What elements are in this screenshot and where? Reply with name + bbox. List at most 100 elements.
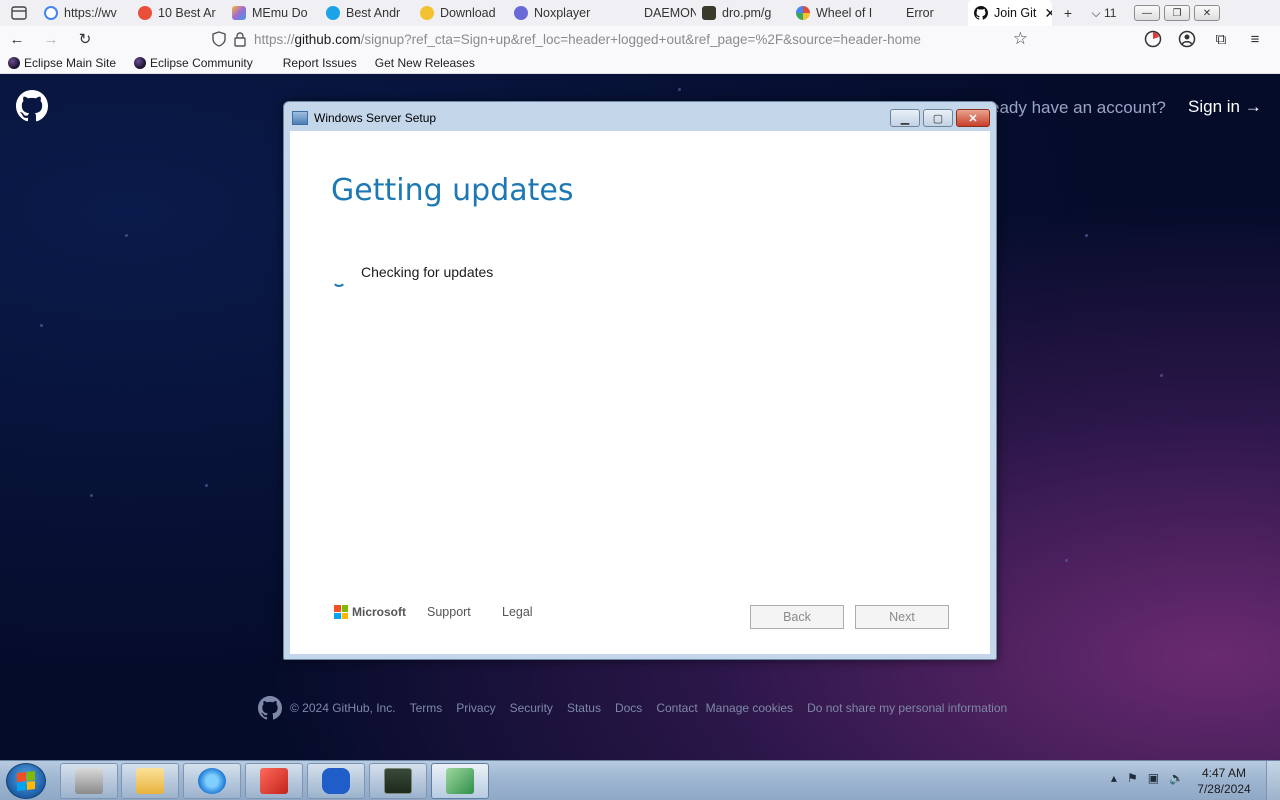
star bbox=[90, 494, 93, 497]
back-arrow-icon[interactable]: ← bbox=[0, 26, 34, 52]
loading-spinner-icon bbox=[332, 273, 346, 287]
taskbar-red-app[interactable] bbox=[245, 763, 303, 799]
tab-overflow-button[interactable]: ⌵ 11 bbox=[1084, 0, 1124, 26]
footer-link-do-not-share[interactable]: Do not share my personal information bbox=[807, 701, 1007, 715]
terminal-icon bbox=[702, 6, 716, 20]
tab-google[interactable]: https://wv bbox=[38, 0, 132, 26]
windows-server-setup-dialog: Windows Server Setup ▁ ▢ ✕ Getting updat… bbox=[283, 101, 997, 660]
tab-best-android[interactable]: Best Andr bbox=[320, 0, 414, 26]
back-button[interactable]: Back bbox=[750, 605, 844, 629]
footer-link-status[interactable]: Status bbox=[567, 701, 601, 715]
tab-close-icon[interactable]: ✕ bbox=[1044, 5, 1052, 22]
clock-time: 4:47 AM bbox=[1201, 766, 1247, 780]
tab-daemon[interactable]: DAEMON bbox=[618, 0, 696, 26]
footer-link-manage-cookies[interactable]: Manage cookies bbox=[706, 701, 793, 715]
windows-logo-icon bbox=[17, 771, 35, 791]
system-tray: ▴ ⚑ ▣ 🔈 bbox=[1111, 771, 1184, 785]
legal-link[interactable]: Legal bbox=[502, 605, 533, 619]
tab-download[interactable]: Download bbox=[414, 0, 508, 26]
shield-red-icon bbox=[260, 768, 288, 794]
setup-icon bbox=[446, 768, 474, 794]
dialog-minimize-icon[interactable]: ▁ bbox=[890, 109, 920, 127]
timer-icon[interactable] bbox=[1136, 26, 1170, 52]
action-center-flag-icon[interactable]: ⚑ bbox=[1127, 771, 1138, 785]
footer-link-privacy[interactable]: Privacy bbox=[456, 701, 495, 715]
network-icon[interactable]: ▣ bbox=[1148, 771, 1159, 785]
footer-link-terms[interactable]: Terms bbox=[410, 701, 443, 715]
github-logo-icon[interactable] bbox=[16, 90, 48, 122]
browser-tab-bar: https://wv 10 Best Ar MEmu Do Best Andr … bbox=[0, 0, 1280, 26]
bookmark-star-icon[interactable]: ☆ bbox=[1013, 29, 1028, 49]
bookmark-eclipse-community[interactable]: Eclipse Community bbox=[126, 56, 263, 70]
extensions-icon[interactable]: ⧉ bbox=[1204, 26, 1238, 52]
tab-noxplayer[interactable]: Noxplayer bbox=[508, 0, 618, 26]
close-icon[interactable]: ✕ bbox=[1194, 5, 1220, 21]
volume-muted-icon[interactable]: 🔈 bbox=[1169, 771, 1184, 785]
dialog-close-icon[interactable]: ✕ bbox=[956, 109, 990, 127]
next-button[interactable]: Next bbox=[855, 605, 949, 629]
clock[interactable]: 4:47 AM 7/28/2024 bbox=[1192, 765, 1256, 797]
menu-icon[interactable]: ≡ bbox=[1238, 26, 1272, 52]
status-text: Checking for updates bbox=[361, 264, 494, 280]
taskbar: ▴ ⚑ ▣ 🔈 4:47 AM 7/28/2024 bbox=[0, 760, 1280, 800]
taskbar-internet-explorer[interactable] bbox=[183, 763, 241, 799]
wheel-icon bbox=[796, 6, 810, 20]
lock-icon[interactable] bbox=[234, 31, 246, 47]
taskbar-server-manager[interactable] bbox=[60, 763, 118, 799]
shield-icon[interactable] bbox=[212, 31, 226, 47]
tray-expand-icon[interactable]: ▴ bbox=[1111, 771, 1117, 785]
tab-10-best[interactable]: 10 Best Ar bbox=[132, 0, 226, 26]
taskbar-malwarebytes[interactable] bbox=[307, 763, 365, 799]
bookmark-report-issues[interactable]: Report Issues bbox=[263, 56, 367, 70]
support-link[interactable]: Support bbox=[427, 605, 471, 619]
taskbar-console[interactable] bbox=[369, 763, 427, 799]
server-manager-icon bbox=[75, 768, 103, 794]
signin-link[interactable]: Sign in → bbox=[1188, 97, 1262, 117]
reload-icon[interactable]: ↻ bbox=[68, 26, 102, 52]
dialog-maximize-icon[interactable]: ▢ bbox=[923, 109, 953, 127]
show-desktop-button[interactable] bbox=[1266, 761, 1280, 800]
eclipse-icon bbox=[8, 56, 20, 69]
account-icon[interactable] bbox=[1170, 26, 1204, 52]
console-icon bbox=[384, 768, 412, 794]
eclipse-icon bbox=[134, 56, 147, 69]
clock-date: 7/28/2024 bbox=[1197, 782, 1251, 796]
restore-icon[interactable]: ❐ bbox=[1164, 5, 1190, 21]
star bbox=[205, 484, 208, 487]
taskbar-file-explorer[interactable] bbox=[121, 763, 179, 799]
dialog-title: Windows Server Setup bbox=[314, 111, 437, 125]
star bbox=[1085, 234, 1088, 237]
star bbox=[1160, 374, 1163, 377]
download-icon bbox=[420, 6, 434, 20]
microsoft-logo: Microsoft bbox=[334, 605, 406, 619]
github-footer: © 2024 GitHub, Inc. Terms Privacy Securi… bbox=[258, 696, 1021, 720]
tab-wheel[interactable]: Wheel of I bbox=[790, 0, 880, 26]
minimize-icon[interactable]: — bbox=[1134, 5, 1160, 21]
start-button[interactable] bbox=[6, 763, 46, 799]
new-tab-icon[interactable]: + bbox=[1052, 0, 1084, 26]
tab-list-icon[interactable] bbox=[0, 0, 38, 26]
footer-link-contact[interactable]: Contact bbox=[656, 701, 697, 715]
internet-explorer-icon bbox=[198, 768, 226, 794]
page-title: Getting updates bbox=[331, 173, 574, 208]
footer-link-security[interactable]: Security bbox=[510, 701, 553, 715]
footer-link-docs[interactable]: Docs bbox=[615, 701, 642, 715]
tab-dro-pm[interactable]: dro.pm/g bbox=[696, 0, 790, 26]
star bbox=[125, 234, 128, 237]
dialog-content: Getting updates Checking for updates Mic… bbox=[290, 131, 990, 654]
github-footer-logo-icon[interactable] bbox=[258, 696, 282, 720]
forward-arrow-icon[interactable]: → bbox=[34, 26, 68, 52]
url-bar[interactable]: https://github.com/signup?ref_cta=Sign+u… bbox=[212, 26, 1038, 52]
bookmark-get-new-releases[interactable]: Get New Releases bbox=[367, 56, 485, 70]
tab-error[interactable]: Error bbox=[880, 0, 968, 26]
taskbar-setup[interactable] bbox=[431, 763, 489, 799]
microsoft-logo-icon bbox=[334, 605, 348, 619]
tab-memu[interactable]: MEmu Do bbox=[226, 0, 320, 26]
bookmark-eclipse-main-site[interactable]: Eclipse Main Site bbox=[0, 56, 126, 70]
dialog-title-bar[interactable]: Windows Server Setup bbox=[292, 106, 436, 130]
star bbox=[40, 324, 43, 327]
tab-join-github[interactable]: Join Git ✕ bbox=[968, 0, 1052, 26]
bookmarks-bar: Eclipse Main Site Eclipse Community Repo… bbox=[0, 52, 1280, 74]
star bbox=[1065, 559, 1068, 562]
url-text[interactable]: https://github.com/signup?ref_cta=Sign+u… bbox=[254, 32, 921, 47]
